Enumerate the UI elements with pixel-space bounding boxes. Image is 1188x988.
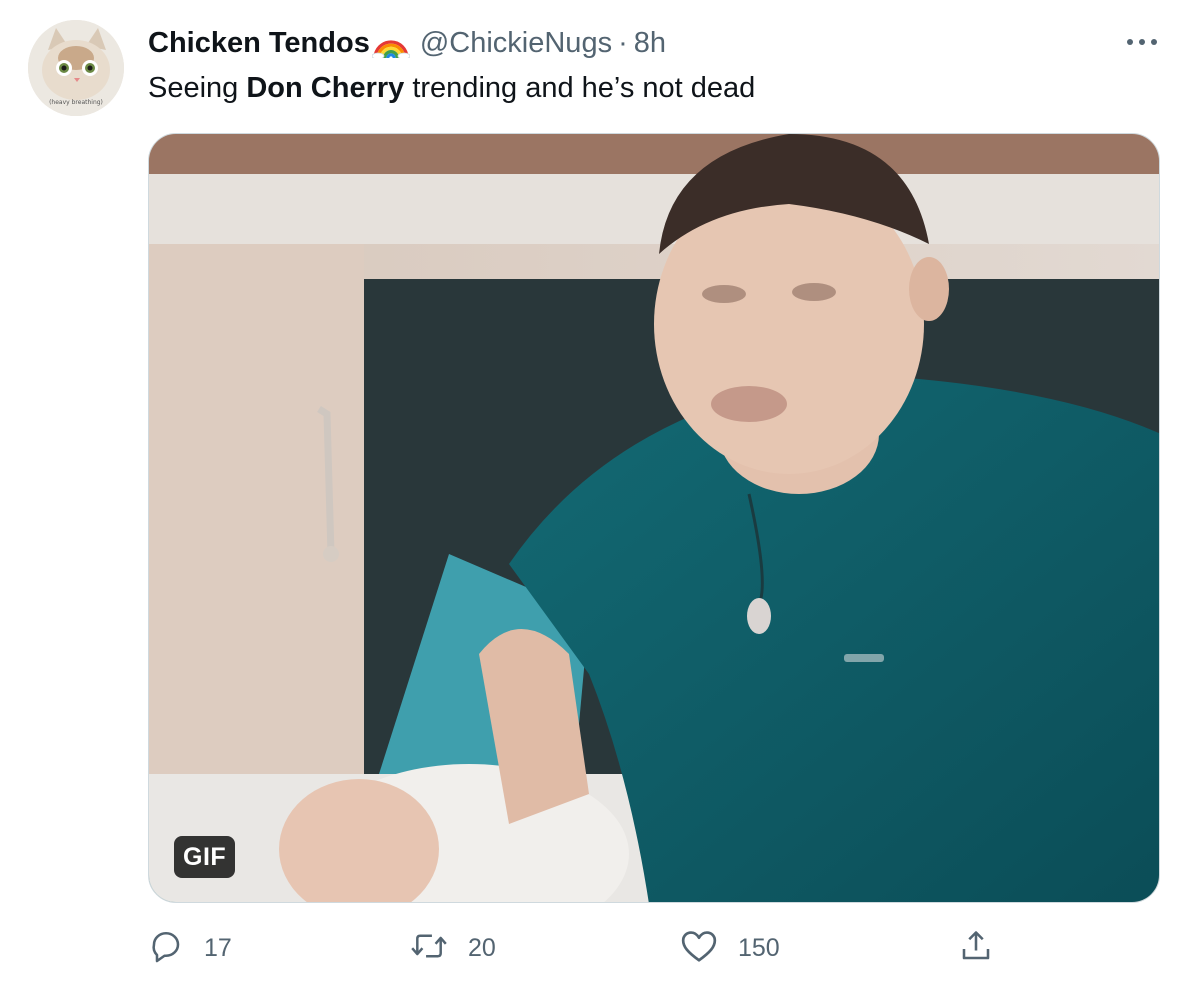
avatar-caption: (heavy breathing) — [49, 99, 103, 106]
retweet-button[interactable]: 20 — [410, 926, 496, 970]
avatar[interactable]: (heavy breathing) — [28, 20, 124, 116]
share-icon — [958, 928, 994, 969]
gif-badge: GIF — [174, 836, 236, 878]
gif-media[interactable]: GIF — [148, 133, 1160, 903]
tweet-header: Chicken Tendos @ChickieNugs · 8h — [148, 24, 666, 62]
tweet-text-end: trending and he’s not dead — [404, 72, 756, 104]
cat-avatar-image: (heavy breathing) — [28, 20, 124, 116]
gif-frame — [149, 134, 1159, 902]
tweet-text-start: Seeing — [148, 72, 247, 104]
reply-count: 17 — [204, 933, 232, 962]
more-icon[interactable] — [1120, 28, 1164, 56]
retweet-count: 20 — [468, 933, 496, 962]
display-name[interactable]: Chicken Tendos — [148, 27, 370, 60]
like-button[interactable]: 150 — [680, 926, 780, 970]
separator-dot: · — [618, 26, 628, 59]
reply-icon — [148, 928, 184, 969]
share-button[interactable] — [958, 926, 994, 970]
tweet-text: Seeing Don Cherry trending and he’s not … — [148, 72, 755, 105]
like-count: 150 — [738, 933, 780, 962]
trending-topic-link[interactable]: Don Cherry — [246, 72, 404, 104]
retweet-icon — [410, 928, 448, 969]
like-icon — [680, 928, 718, 969]
handle[interactable]: @ChickieNugs — [420, 27, 612, 60]
tweet-actions: 17 20 150 — [148, 926, 1160, 970]
reply-button[interactable]: 17 — [148, 926, 232, 970]
rainbow-icon — [371, 28, 410, 58]
timestamp[interactable]: 8h — [634, 27, 666, 60]
